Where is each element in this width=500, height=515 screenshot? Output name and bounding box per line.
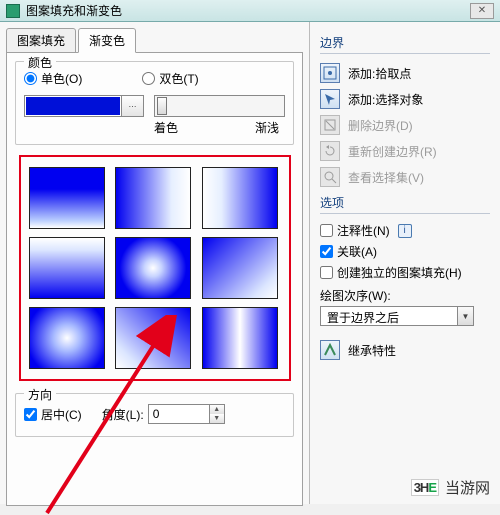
independent-input[interactable] [320, 266, 333, 279]
center-checkbox-input[interactable] [24, 408, 37, 421]
delete-boundary-icon [320, 115, 340, 135]
annotative-label: 注释性(N) [337, 222, 390, 239]
annotative-input[interactable] [320, 224, 333, 237]
angle-down-button[interactable]: ▼ [210, 414, 224, 423]
radio-double-input[interactable] [142, 72, 155, 85]
view-selection-label: 查看选择集(V) [348, 169, 424, 186]
color-group: 颜色 单色(O) 双色(T) ⋯ [15, 61, 294, 145]
independent-label: 创建独立的图案填充(H) [337, 264, 462, 281]
radio-single-color[interactable]: 单色(O) [24, 70, 82, 87]
watermark-logo: 3HE [411, 479, 439, 496]
gradient-panel: 颜色 单色(O) 双色(T) ⋯ [6, 52, 303, 506]
preset-linear-right[interactable] [115, 167, 191, 229]
view-selection-button: 查看选择集(V) [320, 164, 490, 190]
draw-order-combo[interactable]: 置于边界之后 ▼ [320, 306, 474, 326]
radio-single-label: 单色(O) [41, 70, 82, 87]
direction-group: 方向 居中(C) 角度(L): ▲ ▼ [15, 393, 294, 437]
color-swatch-button[interactable]: ⋯ [24, 95, 144, 117]
window-close-button[interactable]: ✕ [470, 3, 494, 19]
draw-order-value: 置于边界之后 [321, 307, 457, 325]
inherit-icon [320, 340, 340, 360]
angle-spinner[interactable]: ▲ ▼ [148, 404, 225, 424]
add-select-object-button[interactable]: 添加:选择对象 [320, 86, 490, 112]
watermark-text: 当游网 [445, 477, 490, 498]
add-pick-point-label: 添加:拾取点 [348, 65, 411, 82]
recreate-boundary-icon [320, 141, 340, 161]
inherit-button[interactable]: 继承特性 [348, 342, 396, 359]
assoc-checkbox[interactable]: 关联(A) [320, 241, 490, 262]
direction-legend: 方向 [24, 386, 56, 403]
preset-diag-down-left[interactable] [115, 307, 191, 369]
right-pane: 边界 添加:拾取点 添加:选择对象 删除边界(D) 重新创建边界(R) [310, 22, 500, 504]
preset-radial-soft[interactable] [29, 307, 105, 369]
angle-input[interactable] [149, 405, 209, 423]
tint-slider[interactable] [154, 95, 285, 117]
window-title: 图案填充和渐变色 [26, 2, 122, 19]
preset-linear-down[interactable] [29, 167, 105, 229]
slider-label-left: 着色 [154, 119, 178, 136]
preset-radial[interactable] [115, 237, 191, 299]
gradient-presets [19, 155, 291, 381]
recreate-boundary-label: 重新创建边界(R) [348, 143, 437, 160]
center-label: 居中(C) [41, 406, 82, 423]
preset-linear-left[interactable] [202, 167, 278, 229]
left-pane: 图案填充 渐变色 颜色 单色(O) 双色(T) [0, 22, 310, 504]
color-dropdown-icon[interactable]: ⋯ [121, 96, 143, 116]
preset-linear-up[interactable] [29, 237, 105, 299]
slider-label-right: 渐浅 [255, 119, 279, 136]
assoc-input[interactable] [320, 245, 333, 258]
angle-up-button[interactable]: ▲ [210, 405, 224, 414]
assoc-label: 关联(A) [337, 243, 377, 260]
radio-double-label: 双色(T) [159, 70, 198, 87]
draw-order-label: 绘图次序(W): [320, 287, 490, 304]
delete-boundary-button: 删除边界(D) [320, 112, 490, 138]
preset-reflected-vertical[interactable] [202, 307, 278, 369]
slider-thumb[interactable] [157, 97, 167, 115]
delete-boundary-label: 删除边界(D) [348, 117, 413, 134]
app-icon [6, 4, 20, 18]
color-swatch [25, 96, 121, 116]
independent-checkbox[interactable]: 创建独立的图案填充(H) [320, 262, 490, 283]
view-selection-icon [320, 167, 340, 187]
preset-diag-down-right[interactable] [202, 237, 278, 299]
annotative-checkbox[interactable]: 注释性(N) i [320, 220, 490, 241]
tab-pattern-fill[interactable]: 图案填充 [6, 28, 76, 53]
center-checkbox[interactable]: 居中(C) [24, 406, 82, 423]
pick-point-icon [320, 63, 340, 83]
tab-strip: 图案填充 渐变色 [6, 28, 303, 53]
watermark: 3HE 当游网 [411, 477, 490, 498]
annotative-help-icon[interactable]: i [398, 224, 412, 238]
chevron-down-icon[interactable]: ▼ [457, 307, 473, 325]
options-title: 选项 [320, 194, 490, 214]
recreate-boundary-button: 重新创建边界(R) [320, 138, 490, 164]
add-select-object-label: 添加:选择对象 [348, 91, 423, 108]
radio-single-input[interactable] [24, 72, 37, 85]
add-pick-point-button[interactable]: 添加:拾取点 [320, 60, 490, 86]
angle-label: 角度(L): [102, 406, 144, 423]
color-legend: 颜色 [24, 54, 56, 71]
tab-gradient[interactable]: 渐变色 [78, 28, 136, 53]
title-bar: 图案填充和渐变色 ✕ [0, 0, 500, 22]
radio-double-color[interactable]: 双色(T) [142, 70, 198, 87]
select-object-icon [320, 89, 340, 109]
boundary-title: 边界 [320, 34, 490, 54]
